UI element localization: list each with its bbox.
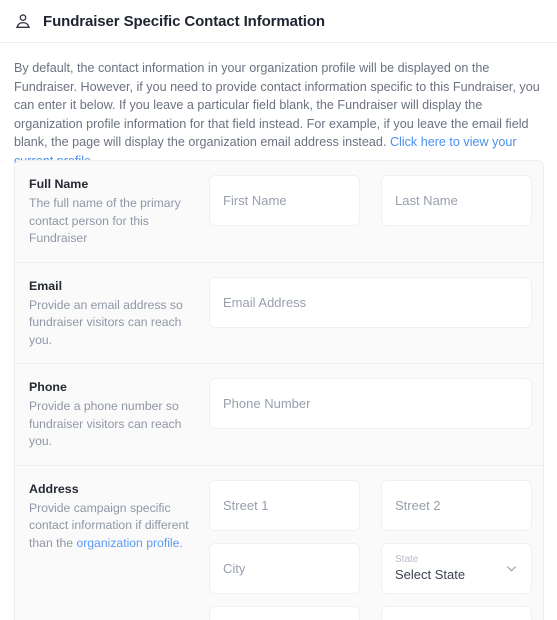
street1-input[interactable]: Street 1	[209, 479, 360, 531]
state-select[interactable]: State Select State	[381, 542, 532, 594]
last-name-placeholder: Last Name	[395, 193, 458, 208]
chevron-down-icon	[505, 562, 518, 575]
address-description-suffix: .	[179, 535, 183, 550]
full-name-fields: First Name Last Name	[209, 175, 532, 226]
address-label-block: Address Provide campaign specific contac…	[29, 480, 209, 553]
street2-input[interactable]: Street 2	[381, 479, 532, 531]
email-address-input[interactable]: Email Address	[209, 276, 532, 328]
page-title: Fundraiser Specific Contact Information	[43, 12, 325, 30]
postal-code-input[interactable]: Postal Code	[209, 605, 360, 620]
phone-number-placeholder: Phone Number	[223, 396, 311, 411]
full-name-label-block: Full Name The full name of the primary c…	[29, 175, 209, 248]
address-title: Address	[29, 481, 79, 496]
phone-title: Phone	[29, 380, 67, 394]
email-fields: Email Address	[209, 276, 532, 328]
contact-fields-panel: Full Name The full name of the primary c…	[14, 160, 544, 620]
city-input[interactable]: City	[209, 542, 360, 594]
country-select[interactable]: United States	[381, 605, 532, 620]
section-address: Address Provide campaign specific contac…	[15, 466, 543, 620]
last-name-input[interactable]: Last Name	[381, 175, 532, 226]
state-select-inner: State Select State	[395, 554, 465, 582]
phone-fields: Phone Number	[209, 378, 532, 429]
email-title: Email	[29, 278, 63, 293]
phone-number-input[interactable]: Phone Number	[209, 378, 532, 429]
state-field-label: State	[395, 554, 419, 565]
phone-description: Provide a phone number so fundraiser vis…	[29, 399, 182, 448]
organization-profile-link[interactable]: organization profile	[76, 536, 179, 550]
intro-paragraph: By default, the contact information in y…	[0, 43, 557, 171]
section-phone: Phone Provide a phone number so fundrais…	[15, 364, 543, 466]
street1-placeholder: Street 1	[223, 497, 269, 513]
user-icon	[14, 12, 32, 30]
phone-label-block: Phone Provide a phone number so fundrais…	[29, 378, 209, 451]
address-fields: Street 1 Street 2 City State Select Stat…	[209, 479, 532, 620]
address-description: Provide campaign specific contact inform…	[29, 500, 195, 553]
contact-information-page: Fundraiser Specific Contact Information …	[0, 0, 557, 620]
street2-placeholder: Street 2	[395, 497, 441, 513]
email-label-block: Email Provide an email address so fundra…	[29, 277, 209, 350]
section-email: Email Provide an email address so fundra…	[15, 263, 543, 364]
page-header: Fundraiser Specific Contact Information	[0, 0, 557, 43]
email-address-placeholder: Email Address	[223, 294, 307, 310]
first-name-input[interactable]: First Name	[209, 175, 360, 226]
full-name-title: Full Name	[29, 177, 89, 191]
state-selected-value: Select State	[395, 567, 466, 582]
full-name-description: The full name of the primary contact per…	[29, 196, 181, 245]
section-full-name: Full Name The full name of the primary c…	[15, 161, 543, 263]
city-placeholder: City	[223, 560, 246, 576]
first-name-placeholder: First Name	[223, 193, 287, 208]
email-description: Provide an email address so fundraiser v…	[29, 297, 183, 347]
